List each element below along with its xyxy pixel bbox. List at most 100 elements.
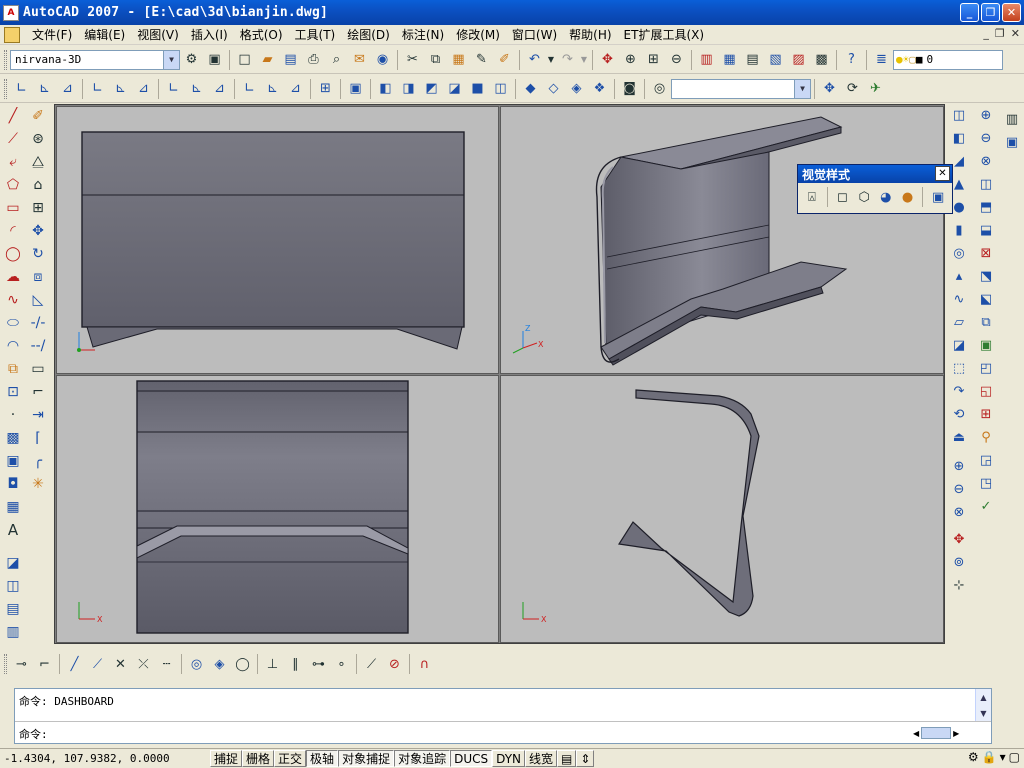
3d-walk-icon[interactable]: ✈ [865,78,886,99]
revolve-icon[interactable]: ⟲ [949,404,970,425]
ucs-face-icon[interactable]: ∟ [87,78,108,99]
toolbar-grip[interactable] [4,654,7,674]
separate-icon[interactable]: ◲ [976,450,997,471]
maximize-button[interactable]: ❐ [981,3,1000,22]
snap-tangent-icon[interactable]: ◯ [232,654,253,675]
scroll-up-icon[interactable]: ▲ [976,689,991,705]
temp-track-icon[interactable]: ⊸ [11,654,32,675]
planar-surface-icon[interactable]: ▱ [949,312,970,333]
color-edges-icon[interactable]: ◱ [976,381,997,402]
markup-icon[interactable]: ▨ [788,49,809,70]
command-scrollbar[interactable]: ▲ ▼ [975,689,991,721]
extrude-icon[interactable]: ◪ [949,335,970,356]
break-point-icon[interactable]: ▭ [28,358,49,379]
zoom-window-icon[interactable]: ⊞ [643,49,664,70]
tool-palette-icon[interactable]: ▤ [742,49,763,70]
snap-apparent-intersection-icon[interactable]: ⤫ [133,654,154,675]
layout-icon-3[interactable]: ▤ [3,598,24,619]
menu-tools[interactable]: 工具(T) [289,26,342,43]
erase-icon[interactable]: ✐ [28,105,49,126]
lock-toolbar-icon[interactable]: ⇕ [576,750,595,767]
rectangle-icon[interactable]: ▭ [3,197,24,218]
view-select[interactable]: ▼ [671,78,811,99]
point-icon[interactable]: · [3,404,24,425]
fillet-icon[interactable]: ╭ [28,450,49,471]
osnap-toggle[interactable]: 对象捕捉 [338,750,395,767]
arc-icon[interactable]: ◜ [3,220,24,241]
polyline-icon[interactable]: ⤶ [3,151,24,172]
menu-express-tools[interactable]: ET扩展工具(X) [618,26,711,43]
snap-insert-icon[interactable]: ⊶ [308,654,329,675]
snap-extension-icon[interactable]: ┄ [156,654,177,675]
camera-icon[interactable]: ◙ [619,78,640,99]
scroll-thumb[interactable] [921,727,952,739]
zoom-realtime-icon[interactable]: ⊕ [620,49,641,70]
mirror-icon[interactable]: ⧋ [28,151,49,172]
layer-select[interactable]: ● ☀ ▢ ■ 0 [893,49,1003,70]
pan-icon[interactable]: ✥ [597,49,618,70]
ortho-toggle[interactable]: 正交 [274,750,307,767]
align-icon[interactable]: ⊹ [949,575,970,596]
command-hscroll[interactable]: ◀ ▶ [913,725,973,741]
properties-icon[interactable]: ▥ [696,49,717,70]
2d-wireframe-icon[interactable]: ⍓ [803,187,821,207]
ucs-origin-icon[interactable]: ∟ [163,78,184,99]
ducs-toggle[interactable]: DUCS [450,750,493,767]
revcloud-icon[interactable]: ☁ [3,266,24,287]
3d-orbit-icon[interactable]: ⟳ [842,78,863,99]
calculator-icon[interactable]: ▩ [811,49,832,70]
ucs-apply-icon[interactable]: ⊞ [315,78,336,99]
design-center-icon[interactable]: ▦ [719,49,740,70]
snap-nearest-icon[interactable]: ⟋ [361,654,382,675]
extend-icon[interactable]: --/ [28,335,49,356]
loft-icon[interactable]: ⏏ [949,427,970,448]
shell-icon[interactable]: ◳ [976,473,997,494]
close-button[interactable]: ✕ [1002,3,1021,22]
model-paper-icon[interactable]: ▤ [557,750,577,767]
trim-icon[interactable]: -/- [28,312,49,333]
circle-icon[interactable]: ◯ [3,243,24,264]
dashboard-icon[interactable]: ▣ [1002,132,1023,153]
ucs-zaxis-icon[interactable]: ⊾ [186,78,207,99]
3d-dwf-icon[interactable]: ◉ [372,49,393,70]
menu-view[interactable]: 视图(V) [131,26,185,43]
ne-iso-icon[interactable]: ◈ [566,78,587,99]
layout-icon-2[interactable]: ◫ [3,575,24,596]
torus-icon[interactable]: ◎ [949,243,970,264]
properties-palette-icon[interactable]: ▥ [1002,109,1023,130]
document-icon[interactable] [4,26,20,43]
snap-endpoint-icon[interactable]: ╱ [64,654,85,675]
named-views-icon[interactable]: ▣ [345,78,366,99]
zoom-previous-icon[interactable]: ⊖ [666,49,687,70]
chamfer-icon[interactable]: ⌈ [28,427,49,448]
delete-faces-icon[interactable]: ⊠ [976,243,997,264]
front-view-icon[interactable]: ■ [467,78,488,99]
match-properties-icon[interactable]: ✎ [471,49,492,70]
dyn-toggle[interactable]: DYN [492,750,526,767]
3d-rotate-icon[interactable]: ⊚ [949,552,970,573]
ellipse-arc-icon[interactable]: ◠ [3,335,24,356]
scale-icon[interactable]: ⧈ [28,266,49,287]
redo-icon[interactable]: ↷ [557,49,578,70]
workspace-save-icon[interactable]: ▣ [204,49,225,70]
union-icon[interactable]: ⊕ [949,456,970,477]
rotate-faces-icon[interactable]: ⬔ [976,266,997,287]
explode-icon[interactable]: ✳ [28,473,49,494]
scroll-right-icon[interactable]: ▶ [953,729,959,738]
ucs-world-icon[interactable]: ⊾ [34,78,55,99]
visual-styles-manager-icon[interactable]: ▣ [929,187,947,207]
copy-object-icon[interactable]: ⊛ [28,128,49,149]
snap-intersection-icon[interactable]: ✕ [110,654,131,675]
chevron-down-icon[interactable]: ▼ [794,79,810,98]
new-icon[interactable]: □ [234,49,255,70]
bottom-view-icon[interactable]: ◨ [398,78,419,99]
menu-draw[interactable]: 绘图(D) [341,26,396,43]
top-view-icon[interactable]: ◧ [375,78,396,99]
viewport-front[interactable] [56,106,499,374]
doc-restore-button[interactable]: ❐ [995,27,1005,40]
undo-icon[interactable]: ↶ [524,49,545,70]
make-block-icon[interactable]: ⊡ [3,381,24,402]
snap-perpendicular-icon[interactable]: ⊥ [262,654,283,675]
move-icon[interactable]: ✥ [28,220,49,241]
print-icon[interactable]: ⎙ [303,49,324,70]
